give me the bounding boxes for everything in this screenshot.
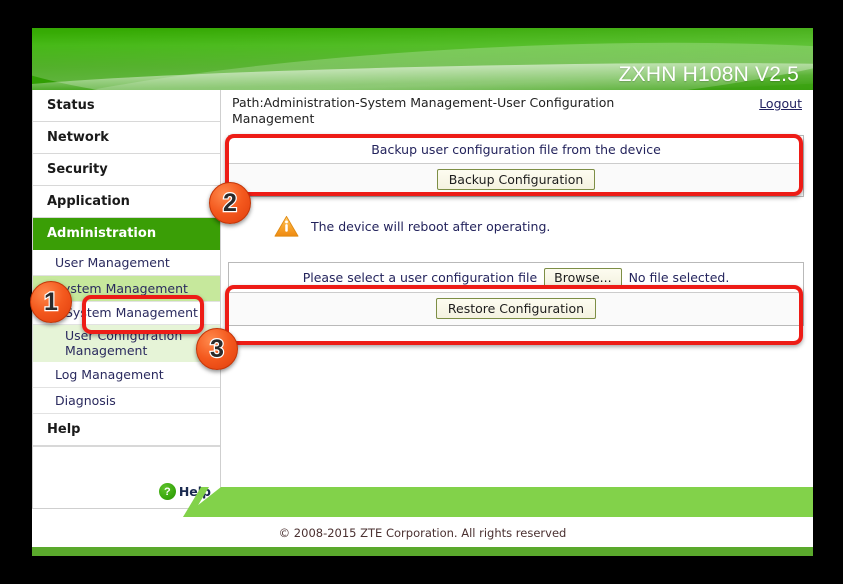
sidebar-item-status[interactable]: Status [33,90,220,122]
restore-panel: Please select a user configuration file … [228,262,804,327]
sidebar-item-diagnosis[interactable]: Diagnosis [33,388,220,415]
router-admin-page: ZXHN H108N V2.5 Status Network Security … [32,28,813,556]
callout-badge-3: 3 [196,328,238,370]
reboot-notice-text: The device will reboot after operating. [311,219,551,235]
sidebar-item-network[interactable]: Network [33,122,220,154]
sidebar-item-user-configuration-management[interactable]: User Configuration Management [33,325,220,363]
footer-bottom-bar [32,547,813,556]
warning-triangle-icon [274,216,299,237]
main-content: Path:Administration-System Management-Us… [221,90,813,488]
breadcrumb: Path:Administration-System Management-Us… [232,95,615,126]
selected-file-status: No file selected. [628,270,730,286]
restore-panel-label: Please select a user configuration file [302,270,538,286]
body-wrapper: Status Network Security Application Admi… [32,90,813,510]
reboot-notice: The device will reboot after operating. [274,215,804,238]
sidebar-item-security[interactable]: Security [33,154,220,186]
sidebar-item-log-management[interactable]: Log Management [33,362,220,389]
browse-button[interactable]: Browse... [544,268,622,288]
callout-badge-2: 2 [209,182,251,224]
breadcrumb-bar: Path:Administration-System Management-Us… [228,90,804,126]
page-footer: © 2008-2015 ZTE Corporation. All rights … [32,487,813,556]
sidebar-item-administration[interactable]: Administration [33,218,220,250]
backup-configuration-button[interactable]: Backup Configuration [436,169,596,191]
header-banner: ZXHN H108N V2.5 [32,28,813,90]
sidebar-item-user-management[interactable]: User Management [33,250,220,276]
footer-green-band [32,487,813,517]
backup-panel-action-row: Backup Configuration [229,163,803,197]
footer-slab-main [183,487,813,517]
callout-badge-1: 1 [30,281,72,323]
restore-configuration-button[interactable]: Restore Configuration [435,298,597,320]
restore-file-row: Please select a user configuration file … [229,263,803,292]
sidebar-item-help[interactable]: Help [33,414,220,447]
backup-panel: Backup user configuration file from the … [228,135,804,198]
copyright-text: © 2008-2015 ZTE Corporation. All rights … [278,526,567,540]
restore-panel-action-row: Restore Configuration [229,292,803,326]
backup-panel-title: Backup user configuration file from the … [371,142,661,158]
device-model-title: ZXHN H108N V2.5 [618,63,799,86]
logout-link[interactable]: Logout [759,95,802,111]
sidebar-item-application[interactable]: Application [33,186,220,218]
